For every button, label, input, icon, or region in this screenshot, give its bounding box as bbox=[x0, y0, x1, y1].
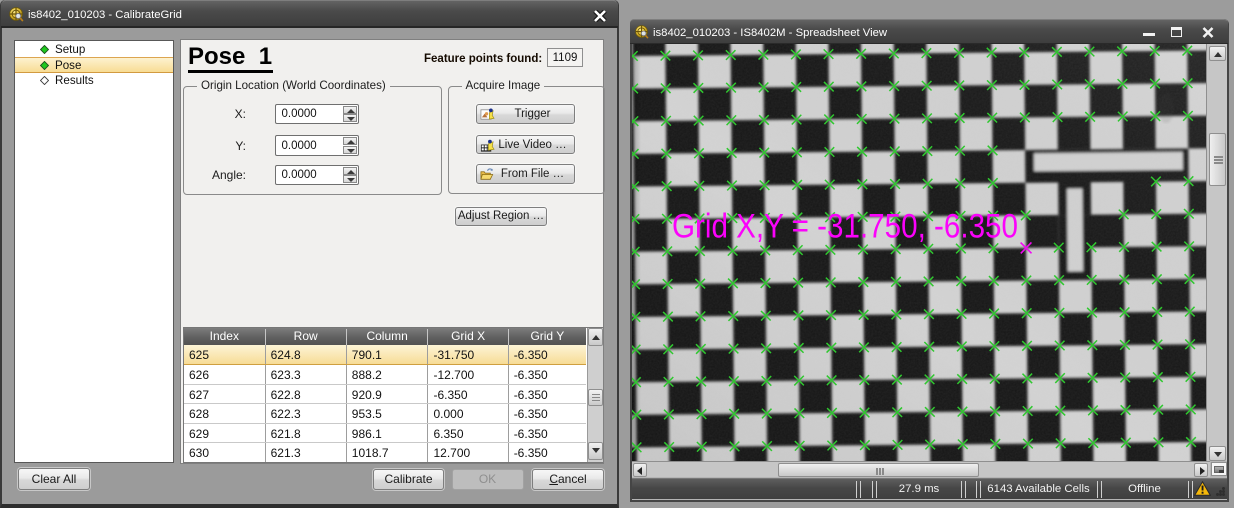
svg-text:Grid X,Y = -31.750, -6.350: Grid X,Y = -31.750, -6.350 bbox=[672, 208, 1018, 246]
